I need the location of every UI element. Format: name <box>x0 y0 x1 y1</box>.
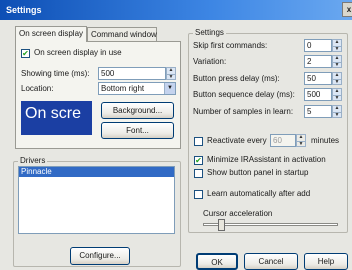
variation-input[interactable]: 2 <box>304 55 332 68</box>
skip-first-commands-input[interactable]: 0 <box>304 39 332 52</box>
number-of-samples-input[interactable]: 5 <box>304 105 332 118</box>
cancel-button[interactable]: Cancel <box>244 253 298 270</box>
settings-group-label: Settings <box>193 28 226 37</box>
osd-in-use-checkbox[interactable]: ✔ <box>21 49 30 58</box>
button-press-delay-label: Button press delay (ms): <box>193 74 280 83</box>
configure-button[interactable]: Configure... <box>70 247 130 265</box>
osd-in-use-label: On screen display in use <box>34 48 122 57</box>
settings-window: Settings x On screen display Command win… <box>0 0 352 270</box>
reactivate-minutes-input[interactable]: 60 <box>270 134 296 147</box>
window-title: Settings <box>6 5 42 15</box>
showing-time-spinner[interactable]: ▲ ▼ <box>166 67 176 80</box>
help-button[interactable]: Help <box>304 253 348 270</box>
location-label: Location: <box>21 84 54 93</box>
button-sequence-delay-label: Button sequence delay (ms): <box>193 90 295 99</box>
tab-on-screen-display[interactable]: On screen display <box>15 26 87 42</box>
skip-first-commands-spinner[interactable]: ▲ ▼ <box>332 39 342 52</box>
learn-automatically-checkbox[interactable] <box>194 190 203 199</box>
show-button-panel-label: Show button panel in startup <box>207 168 309 177</box>
minimize-checkbox[interactable]: ✔ <box>194 156 203 165</box>
tab-command-window[interactable]: Command window <box>87 27 157 42</box>
minimize-label: Minimize IRAssistant in activation <box>207 155 326 164</box>
list-item[interactable]: Pinnacle <box>19 167 174 177</box>
learn-automatically-label: Learn automatically after add <box>207 189 311 198</box>
showing-time-input[interactable]: 500 <box>98 67 166 80</box>
cursor-acceleration-label: Cursor acceleration <box>203 209 273 218</box>
show-button-panel-checkbox[interactable] <box>194 169 203 178</box>
showing-time-label: Showing time (ms): <box>21 69 90 78</box>
osd-preview: On scre <box>21 101 92 135</box>
background-button[interactable]: Background... <box>101 102 174 119</box>
reactivate-label: Reactivate every <box>207 136 267 145</box>
reactivate-checkbox[interactable] <box>194 137 203 146</box>
drivers-list[interactable]: Pinnacle <box>18 166 175 234</box>
drivers-group-label: Drivers <box>18 156 48 165</box>
button-sequence-delay-spinner[interactable]: ▲ ▼ <box>332 88 342 101</box>
ok-button[interactable]: OK <box>196 253 238 270</box>
number-of-samples-spinner[interactable]: ▲ ▼ <box>332 105 342 118</box>
font-button[interactable]: Font... <box>101 122 174 139</box>
button-sequence-delay-input[interactable]: 500 <box>304 88 332 101</box>
number-of-samples-label: Number of samples in learn: <box>193 107 294 116</box>
button-press-delay-input[interactable]: 50 <box>304 72 332 85</box>
variation-spinner[interactable]: ▲ ▼ <box>332 55 342 68</box>
close-icon[interactable]: x <box>342 2 352 17</box>
skip-first-commands-label: Skip first commands: <box>193 41 268 50</box>
location-select[interactable]: Bottom right ▼ <box>98 82 176 95</box>
chevron-down-icon[interactable]: ▼ <box>164 83 175 94</box>
button-press-delay-spinner[interactable]: ▲ ▼ <box>332 72 342 85</box>
minutes-label: minutes <box>311 136 340 145</box>
variation-label: Variation: <box>193 57 227 66</box>
osd-tab-panel: ✔ On screen display in use Showing time … <box>15 41 181 149</box>
title-bar: Settings x <box>0 0 352 20</box>
reactivate-minutes-spinner[interactable]: ▲ ▼ <box>296 134 306 147</box>
spin-down-icon[interactable]: ▼ <box>167 73 175 80</box>
cursor-acceleration-slider[interactable] <box>218 219 225 231</box>
